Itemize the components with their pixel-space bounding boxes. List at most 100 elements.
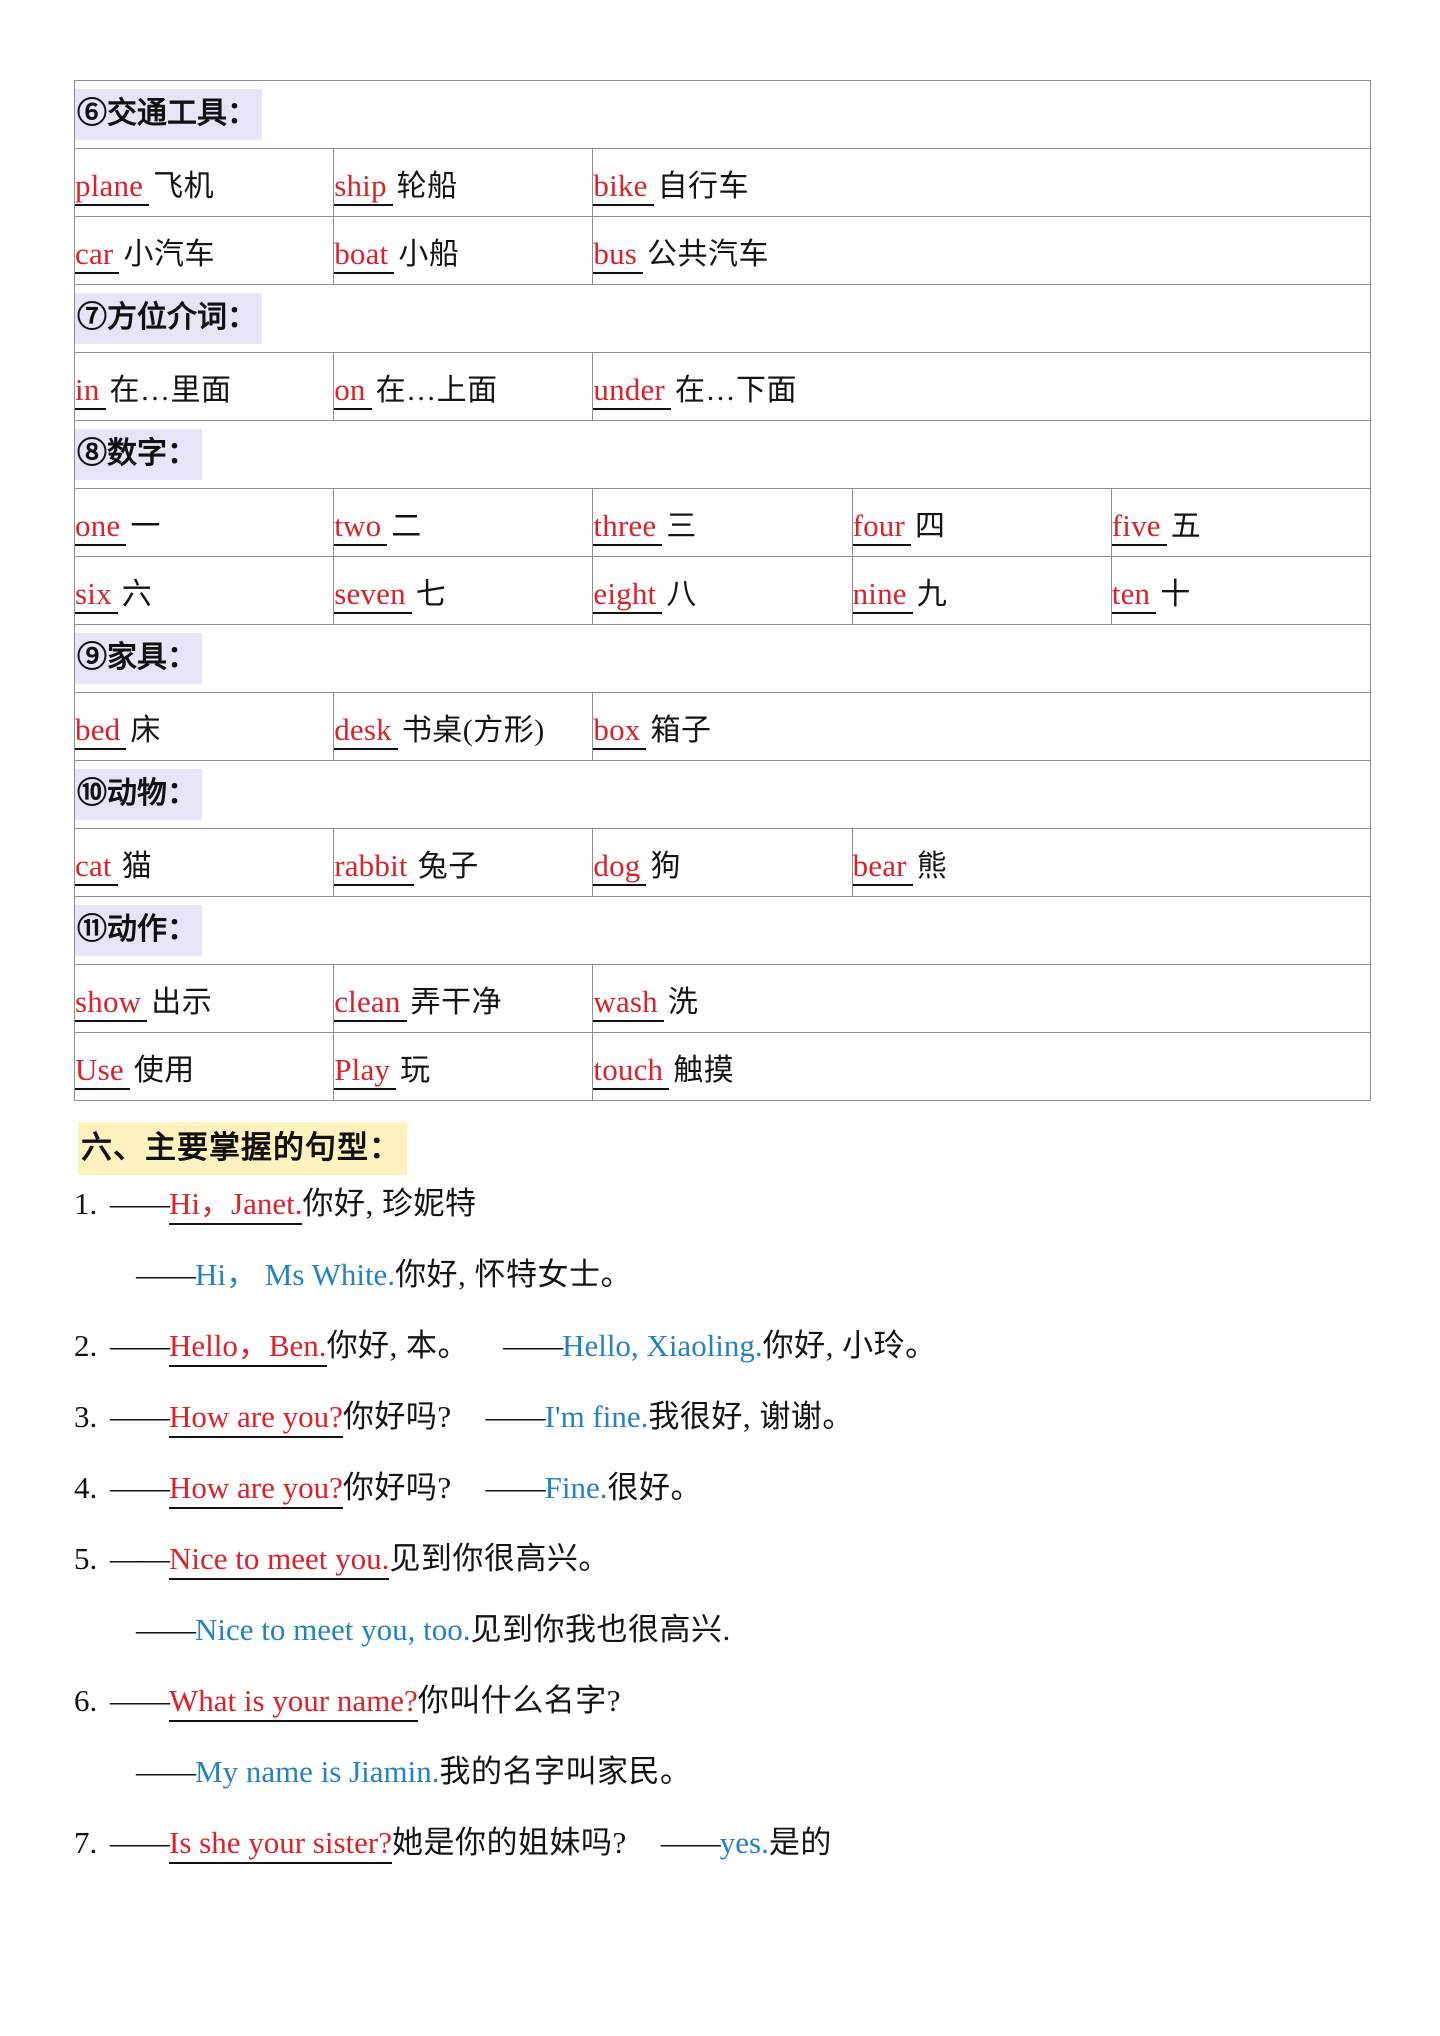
vocab-word-chinese: 九 [916, 577, 948, 611]
sentence-prompt-english: How are you? [169, 1399, 343, 1438]
vocab-category-label: ⑥交通工具： [75, 88, 262, 141]
vocab-word-chinese: 六 [121, 577, 153, 611]
sentence-reply-english: Nice to meet you, too. [195, 1612, 471, 1647]
vocab-word-chinese: 在…下面 [674, 373, 797, 407]
vocab-word-english: Use [75, 1051, 130, 1090]
vocab-word-cell: three 三 [592, 488, 853, 557]
vocab-word-chinese: 触摸 [673, 1053, 735, 1087]
vocab-word-cell: Play 玩 [333, 1032, 594, 1101]
vocab-word-english: Play [334, 1051, 397, 1090]
section-heading-label: 六、主要掌握的句型： [78, 1122, 407, 1176]
sentence-prompt-english: What is your name? [169, 1683, 418, 1722]
vocab-word-row: six 六 seven 七 eight 八 nine 九 ten 十 [73, 556, 1372, 625]
vocab-word-chinese: 狗 [650, 849, 681, 883]
sentence-translation-chinese: 我很好, 谢谢。 [648, 1399, 854, 1434]
sentence-body: ——Hi， Ms White.你好, 怀特女士。 [136, 1249, 632, 1294]
sentence-body: ——Hi，Janet.你好, 珍妮特 [110, 1178, 477, 1225]
sentence-prompt-english: How are you? [169, 1470, 343, 1509]
sentence-dash: —— [110, 1541, 170, 1576]
vocab-category-cell: ⑪动作： [74, 896, 1371, 965]
sentence-number: 5. [74, 1541, 98, 1576]
vocab-word-english: bus [593, 235, 644, 274]
sentence-body: ——My name is Jiamin.我的名字叫家民。 [136, 1746, 692, 1791]
worksheet-page: ⑥交通工具： plane 飞机 ship 轮船 bike 自行车 car 小汽车 boat 小船 bu… [0, 0, 1440, 2036]
sentence-line: ——Hi， Ms White.你好, 怀特女士。 [74, 1249, 1384, 1320]
vocab-word-chinese: 飞机 [153, 169, 215, 203]
sentence-number: 6. [74, 1683, 98, 1718]
sentence-reply-english: My name is Jiamin. [195, 1754, 440, 1789]
sentence-dash: —— [136, 1754, 196, 1789]
vocab-word-cell: ten 十 [1110, 556, 1372, 625]
vocab-word-chinese: 熊 [916, 849, 948, 883]
vocab-word-row: cat 猫 rabbit 兔子 dog 狗 bear 熊 [73, 828, 1372, 897]
vocab-word-row: car 小汽车 boat 小船 bus 公共汽车 [73, 216, 1371, 285]
sentence-body: ——Nice to meet you.见到你很高兴。 [110, 1533, 610, 1580]
sentence-reply-english: Fine. [544, 1470, 608, 1505]
vocab-word-english: car [75, 235, 120, 274]
vocab-word-english: one [75, 507, 127, 546]
sentence-translation-chinese: 很好。 [607, 1470, 703, 1505]
vocab-word-chinese: 出示 [151, 985, 213, 1019]
vocab-word-english: five [1111, 507, 1167, 546]
vocab-category-row: ⑪动作： [74, 896, 1371, 965]
vocab-word-english: under [593, 371, 671, 410]
sentence-dash: —— [136, 1612, 196, 1647]
vocab-word-cell: bike 自行车 [592, 148, 1371, 217]
vocabulary-table: ⑥交通工具： plane 飞机 ship 轮船 bike 自行车 car 小汽车 boat 小船 bu… [73, 80, 1372, 1101]
sentence-dash: —— [660, 1825, 721, 1860]
vocab-word-cell: Use 使用 [73, 1032, 335, 1101]
vocab-word-english: two [334, 507, 388, 546]
sentence-translation-chinese: 你好吗? [342, 1470, 452, 1505]
sentence-pattern-list: 1. ——Hi，Janet.你好, 珍妮特 ——Hi， Ms White.你好, 怀… [74, 1178, 1384, 1888]
vocab-category-label: ⑩动物： [75, 768, 202, 821]
sentence-reply-english: Hello, Xiaoling. [562, 1328, 763, 1363]
vocab-word-cell: bus 公共汽车 [592, 216, 1371, 285]
sentence-dash: —— [136, 1257, 196, 1292]
vocab-word-row: show 出示 clean 弄干净 wash 洗 [73, 964, 1371, 1033]
vocab-word-english: ship [334, 167, 393, 206]
vocab-word-cell: under 在…下面 [592, 352, 1371, 421]
vocab-category-row: ⑥交通工具： [74, 80, 1371, 149]
sentence-prompt-english: Hello，Ben. [169, 1328, 327, 1367]
vocab-word-chinese: 玩 [400, 1053, 431, 1087]
sentence-body: ——Nice to meet you, too.见到你我也很高兴. [136, 1604, 731, 1649]
vocab-word-chinese: 自行车 [657, 169, 750, 203]
vocab-word-english: on [334, 371, 372, 410]
sentence-dash: —— [110, 1825, 170, 1860]
sentence-dash: —— [503, 1328, 563, 1363]
vocab-word-cell: one 一 [73, 488, 335, 557]
vocab-word-cell: show 出示 [73, 964, 335, 1033]
vocab-word-cell: boat 小船 [333, 216, 594, 285]
vocab-word-chinese: 弄干净 [410, 985, 503, 1019]
sentence-reply-english: Hi， Ms White. [195, 1257, 396, 1292]
sentence-body: ——How are you?你好吗? ——Fine.很好。 [110, 1462, 703, 1509]
sentence-reply-english: I'm fine. [544, 1399, 649, 1434]
vocab-word-chinese: 轮船 [396, 169, 458, 203]
sentence-body: ——What is your name?你叫什么名字? [110, 1675, 621, 1722]
sentence-translation-chinese: 见到你我也很高兴. [470, 1612, 731, 1647]
vocab-category-row: ⑦方位介词： [74, 284, 1371, 353]
sentence-number: 1. [74, 1186, 98, 1221]
vocab-word-english: bed [75, 711, 127, 750]
vocab-word-chinese: 一 [130, 509, 161, 543]
sentence-number: 2. [74, 1328, 98, 1363]
sentence-translation-chinese: 是的 [768, 1825, 832, 1860]
section-heading-sentence-patterns: 六、主要掌握的句型： [78, 1122, 407, 1176]
vocab-word-english: six [75, 575, 118, 614]
vocab-word-cell: car 小汽车 [73, 216, 335, 285]
vocab-category-label: ⑨家具： [75, 632, 202, 685]
vocab-word-english: boat [334, 235, 395, 274]
sentence-body: ——Is she your sister?她是你的姐妹吗? ——yes.是的 [110, 1817, 832, 1864]
sentence-line: 1. ——Hi，Janet.你好, 珍妮特 [74, 1178, 1384, 1249]
vocab-word-cell: desk 书桌(方形) [333, 692, 594, 761]
vocab-word-cell: box 箱子 [592, 692, 1371, 761]
vocab-word-cell: two 二 [333, 488, 594, 557]
sentence-translation-chinese: 你好吗? [342, 1399, 452, 1434]
sentence-translation-chinese: 你好, 珍妮特 [302, 1186, 477, 1221]
vocab-word-chinese: 箱子 [650, 713, 712, 747]
sentence-dash: —— [485, 1470, 546, 1505]
vocab-word-cell: in 在…里面 [73, 352, 335, 421]
sentence-body: ——Hello，Ben.你好, 本。 ——Hello, Xiaoling.你好, … [110, 1320, 937, 1367]
vocab-word-cell: seven 七 [333, 556, 594, 625]
vocab-word-cell: dog 狗 [592, 828, 853, 897]
